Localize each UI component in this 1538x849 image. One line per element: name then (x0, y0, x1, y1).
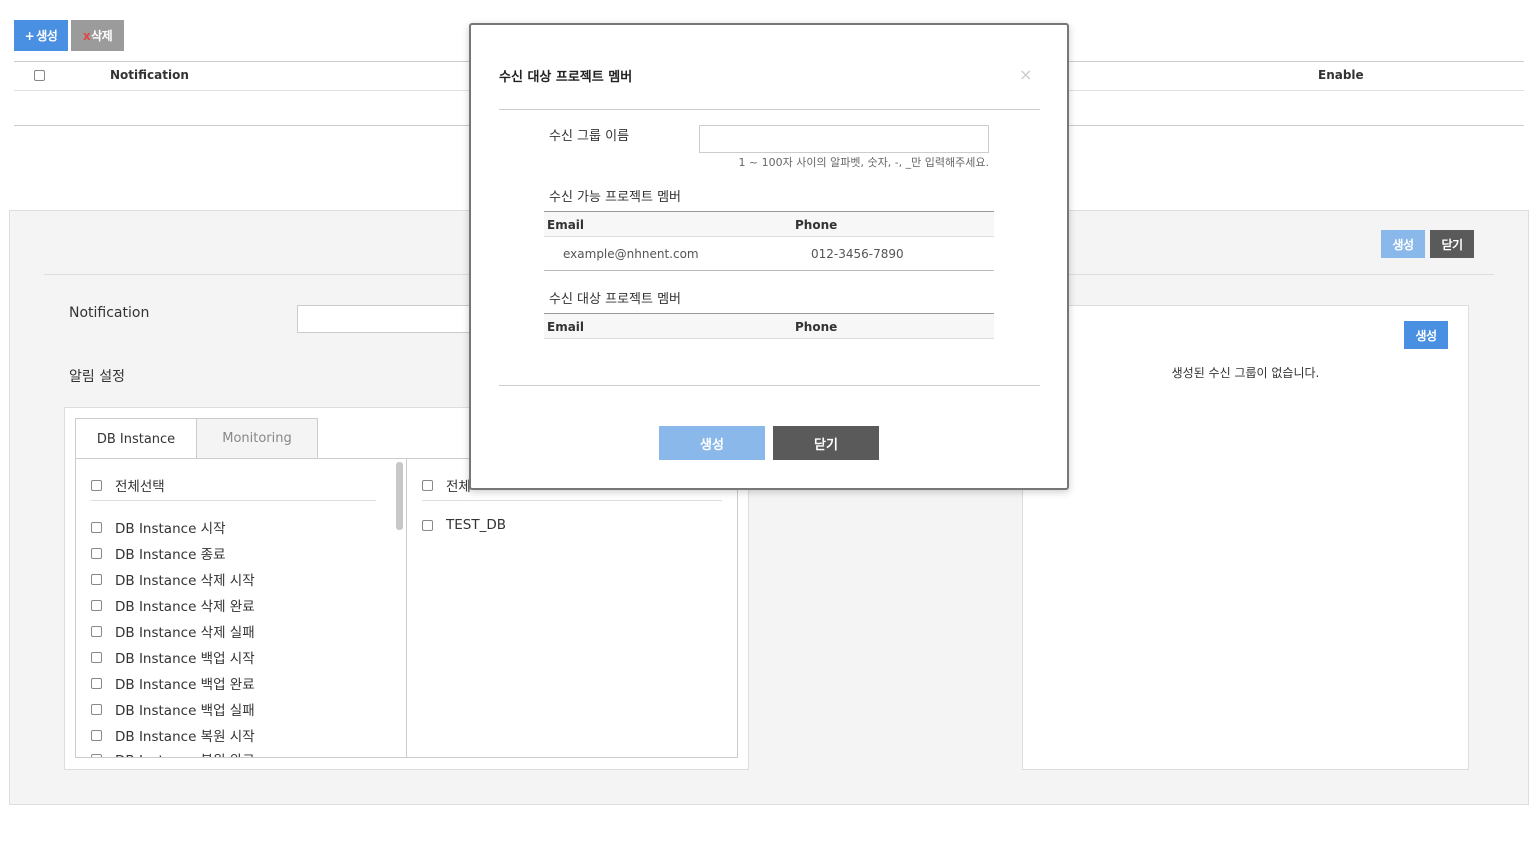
plus-icon: + (24, 28, 35, 43)
event-label: DB Instance 복원 시작 (115, 729, 255, 745)
instance-select-all-label: 전체 (446, 479, 471, 495)
event-checkbox[interactable] (91, 573, 102, 585)
event-label: DB Instance 시작 (115, 521, 226, 537)
list-item[interactable]: DB Instance 백업 완료 (91, 673, 255, 693)
column-phone: Phone (795, 218, 838, 232)
panel-close-button[interactable]: 닫기 (1430, 230, 1474, 258)
instance-select-all-checkbox[interactable] (422, 479, 433, 491)
modal-header-divider (499, 109, 1040, 110)
notification-name-label: Notification (69, 305, 150, 321)
list-item[interactable]: DB Instance 삭제 실패 (91, 621, 255, 641)
column-enable: Enable (1318, 68, 1364, 82)
event-checkbox[interactable] (91, 729, 102, 741)
member-phone: 012-3456-7890 (811, 247, 904, 261)
instance-label: TEST_DB (446, 517, 506, 533)
select-all-checkbox[interactable] (34, 70, 45, 81)
delete-button-label: 삭제 (91, 29, 113, 43)
delete-button[interactable]: x 삭제 (71, 20, 124, 51)
close-icon[interactable]: × (1019, 65, 1032, 84)
group-name-label: 수신 그룹 이름 (549, 129, 630, 144)
tab-db-instance[interactable]: DB Instance (75, 418, 197, 459)
event-checkbox[interactable] (91, 547, 102, 559)
event-checkbox[interactable] (91, 521, 102, 533)
event-list-divider (91, 500, 376, 501)
instance-list-divider (422, 500, 722, 501)
column-notification: Notification (110, 68, 189, 82)
group-name-hint: 1 ~ 100자 사이의 알파벳, 숫자, -, _만 입력해주세요. (738, 156, 989, 169)
no-group-message: 생성된 수신 그룹이 없습니다. (1171, 366, 1320, 380)
event-checkbox[interactable] (91, 753, 102, 757)
member-email: example@nhnent.com (563, 247, 699, 261)
panel-create-button[interactable]: 생성 (1381, 230, 1425, 258)
instance-select-all[interactable]: 전체 (422, 475, 471, 495)
event-checkbox[interactable] (91, 625, 102, 637)
column-phone: Phone (795, 320, 838, 334)
delete-x-icon: x (82, 28, 91, 43)
member-modal: 수신 대상 프로젝트 멤버 × 수신 그룹 이름 1 ~ 100자 사이의 알파… (469, 23, 1069, 490)
list-item[interactable]: DB Instance 삭제 완료 (91, 595, 255, 615)
group-name-input[interactable] (699, 125, 989, 153)
list-item[interactable]: DB Instance 복원 시작 (91, 725, 255, 745)
modal-create-button[interactable]: 생성 (659, 426, 765, 460)
create-button[interactable]: + 생성 (14, 20, 68, 51)
event-label: DB Instance 종료 (115, 547, 226, 563)
event-label: DB Instance 백업 완료 (115, 677, 255, 693)
list-item[interactable]: TEST_DB (422, 517, 506, 533)
list-item[interactable]: DB Instance 종료 (91, 543, 226, 563)
modal-footer-divider (499, 385, 1040, 386)
modal-close-button[interactable]: 닫기 (773, 426, 879, 460)
list-item[interactable]: DB Instance 삭제 시작 (91, 569, 255, 589)
instance-checkbox[interactable] (422, 519, 433, 531)
list-item[interactable]: DB Instance 백업 실패 (91, 699, 255, 719)
list-item[interactable]: DB Instance 백업 시작 (91, 647, 255, 667)
table-header: Email Phone (544, 211, 994, 237)
event-select-all-checkbox[interactable] (91, 479, 102, 491)
event-select-all[interactable]: 전체선택 (91, 475, 165, 495)
available-members-label: 수신 가능 프로젝트 멤버 (549, 190, 681, 205)
event-select-all-label: 전체선택 (115, 479, 165, 495)
event-label: DB Instance 삭제 실패 (115, 625, 255, 641)
event-label: DB Instance 백업 실패 (115, 703, 255, 719)
event-list-scrollbar[interactable] (396, 462, 403, 530)
event-label: DB Instance 복원 완료 (115, 749, 255, 757)
event-label: DB Instance 백업 시작 (115, 651, 255, 667)
event-checkbox[interactable] (91, 677, 102, 689)
event-label: DB Instance 삭제 시작 (115, 573, 255, 589)
modal-title: 수신 대상 프로젝트 멤버 (499, 70, 633, 85)
list-item[interactable]: DB Instance 복원 완료 (91, 749, 255, 757)
event-checkbox[interactable] (91, 599, 102, 611)
tab-monitoring[interactable]: Monitoring (196, 418, 318, 459)
group-create-button[interactable]: 생성 (1404, 321, 1448, 349)
create-button-label: 생성 (36, 29, 58, 43)
target-members-label: 수신 대상 프로젝트 멤버 (549, 292, 681, 307)
alarm-settings-label: 알림 설정 (69, 369, 125, 385)
notification-name-input[interactable] (297, 305, 477, 333)
event-list: 전체선택 DB Instance 시작 DB Instance 종료 DB In… (75, 458, 407, 758)
event-checkbox[interactable] (91, 703, 102, 715)
table-row[interactable]: example@nhnent.com 012-3456-7890 (544, 237, 994, 271)
event-checkbox[interactable] (91, 651, 102, 663)
event-label: DB Instance 삭제 완료 (115, 599, 255, 615)
instance-list: 전체 TEST_DB (406, 458, 738, 758)
list-item[interactable]: DB Instance 시작 (91, 517, 226, 537)
column-email: Email (547, 320, 585, 334)
table-header: Email Phone (544, 313, 994, 339)
column-email: Email (547, 218, 585, 232)
